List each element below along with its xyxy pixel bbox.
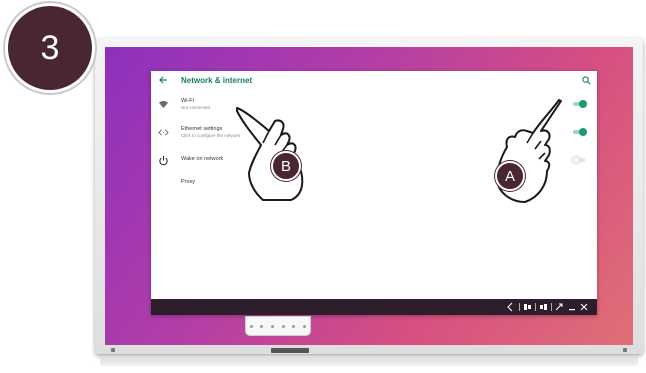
resize-icon[interactable] <box>555 303 563 311</box>
front-panel-button[interactable] <box>303 324 307 328</box>
setting-title: Wake on network <box>181 156 224 162</box>
ethernet-icon <box>158 129 169 136</box>
window-title: Network & internet <box>181 76 253 85</box>
bezel-indicator <box>623 348 627 352</box>
arrow-left-icon[interactable] <box>158 75 168 85</box>
wifi-icon <box>158 100 169 109</box>
bezel-label-plate <box>271 348 309 353</box>
callout-b-label: B <box>280 157 291 175</box>
setting-title: Ethernet settings <box>181 126 223 132</box>
front-panel-button[interactable] <box>292 324 296 328</box>
callout-b-badge: B <box>271 151 301 181</box>
setting-title: Wi-Fi <box>181 98 194 104</box>
power-icon <box>159 155 168 166</box>
window-layout-icon[interactable] <box>524 304 531 310</box>
app-bar: Network & internet <box>151 71 597 93</box>
callout-a-badge: A <box>495 161 525 191</box>
wake-on-network-toggle[interactable] <box>572 156 585 164</box>
window-layout-icon[interactable] <box>540 304 547 310</box>
bezel-indicator <box>111 348 115 352</box>
nav-bar-icons <box>507 302 588 312</box>
minimize-icon[interactable] <box>569 309 575 311</box>
system-nav-bar <box>151 299 597 315</box>
front-panel-button[interactable] <box>271 324 275 328</box>
step-number-badge: 3 <box>8 6 92 90</box>
close-icon[interactable] <box>580 303 588 311</box>
front-panel-button[interactable] <box>281 324 285 328</box>
setting-title: Proxy <box>181 179 196 185</box>
monitor-base <box>100 356 638 366</box>
callout-a-label: A <box>504 167 515 185</box>
back-nav-icon[interactable] <box>507 302 513 312</box>
setting-subtitle: Not connected <box>181 105 211 110</box>
setting-subtitle: Click to configure the network <box>181 133 241 138</box>
search-icon[interactable] <box>582 76 591 85</box>
ethernet-toggle[interactable] <box>573 128 587 136</box>
front-panel-button[interactable] <box>249 324 253 328</box>
front-panel-button[interactable] <box>260 324 264 328</box>
front-panel-buttons <box>245 316 311 336</box>
display-monitor: Network & internet Wi-Fi Not connected E… <box>95 38 643 354</box>
toggle-knob <box>579 100 587 108</box>
step-number: 3 <box>40 28 60 67</box>
pointing-hand-a-icon <box>496 99 562 203</box>
toggle-knob <box>572 156 580 164</box>
monitor-bezel-bottom <box>95 345 643 354</box>
toggle-knob <box>579 128 587 136</box>
display-screen: Network & internet Wi-Fi Not connected E… <box>105 47 633 345</box>
wifi-toggle[interactable] <box>573 100 587 108</box>
